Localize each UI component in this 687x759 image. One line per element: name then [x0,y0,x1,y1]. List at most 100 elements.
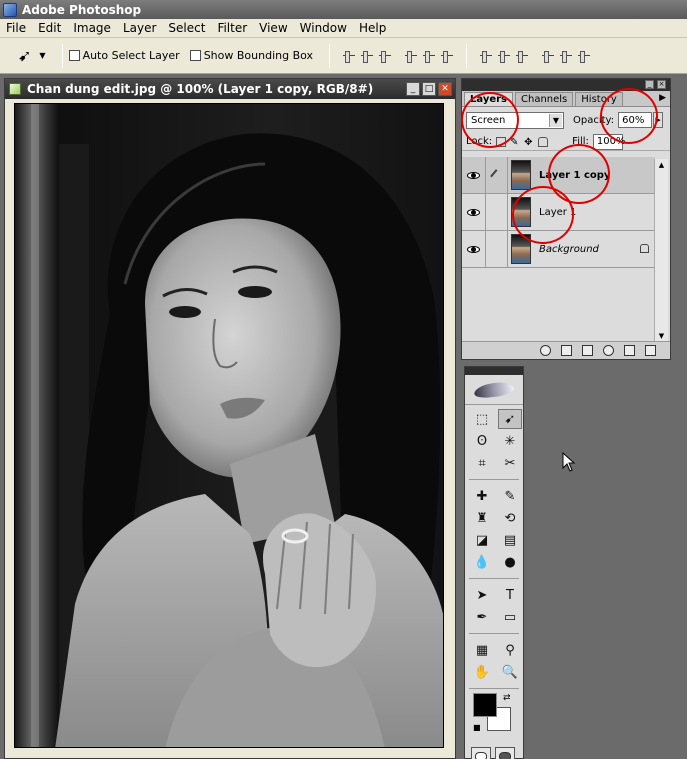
lock-transparency-icon[interactable] [496,136,507,147]
menu-select[interactable]: Select [162,21,211,35]
adobe-online-button[interactable] [465,375,523,405]
new-group-icon[interactable] [582,345,593,356]
visibility-toggle[interactable] [462,156,486,194]
eraser-tool[interactable]: ◪ [470,530,494,550]
document-title-bar[interactable]: Chan dung edit.jpg @ 100% (Layer 1 copy,… [5,79,455,99]
distribute-vcenter-icon[interactable] [497,49,511,63]
palette-menu-icon[interactable]: ▶ [659,93,666,103]
divider [469,688,519,689]
menu-filter[interactable]: Filter [211,21,253,35]
standard-mode-button[interactable] [471,747,491,759]
foreground-color-swatch[interactable] [473,693,497,717]
hand-tool[interactable]: ✋ [470,662,494,682]
adjustment-layer-icon[interactable] [603,345,614,356]
brush-icon [490,168,503,182]
opacity-field[interactable]: 60% [618,112,653,128]
visibility-toggle[interactable] [462,193,486,231]
layer-row-layer-1-copy[interactable]: Layer 1 copy [462,156,655,194]
image-canvas[interactable] [14,103,444,748]
marquee-tool[interactable]: ⬚ [470,409,494,429]
layer-style-icon[interactable] [540,345,551,356]
minimize-button[interactable]: _ [406,82,420,96]
menu-file[interactable]: File [0,21,32,35]
align-left-icon[interactable] [404,49,418,63]
edit-modes [471,747,523,759]
layers-scrollbar[interactable]: ▲ ▼ [654,159,668,343]
align-top-icon[interactable] [342,49,356,63]
history-brush-tool[interactable]: ⟲ [498,508,522,528]
blend-mode-select[interactable]: Screen ▼ [466,111,564,129]
layers-footer [462,341,670,359]
fill-field[interactable]: 100% [592,133,626,150]
slice-tool[interactable]: ✂ [498,453,522,473]
close-button[interactable]: ✕ [438,82,452,96]
opacity-label: Opacity: [573,114,615,126]
distribute-left-icon[interactable] [541,49,555,63]
align-hcenter-icon[interactable] [422,49,436,63]
align-vcenter-icon[interactable] [360,49,374,63]
distribute-hcenter-icon[interactable] [559,49,573,63]
distribute-top-icon[interactable] [479,49,493,63]
brush-tool[interactable]: ✎ [498,486,522,506]
align-bottom-icon[interactable] [378,49,392,63]
eyedropper-tool[interactable]: ⚲ [498,640,522,660]
type-tool[interactable]: T [498,585,522,605]
distribute-right-icon[interactable] [577,49,591,63]
link-cell[interactable] [486,230,508,268]
tool-preset-picker[interactable]: ➹ ▼ [18,46,46,65]
visibility-toggle[interactable] [462,230,486,268]
zoom-tool[interactable]: 🔍 [498,662,522,682]
align-right-icon[interactable] [440,49,454,63]
lock-pixels-icon[interactable]: ✎ [510,137,520,148]
align-buttons-2 [404,49,454,63]
gradient-tool[interactable]: ▤ [498,530,522,550]
distribute-bottom-icon[interactable] [515,49,529,63]
maximize-button[interactable]: □ [422,82,436,96]
dodge-tool[interactable]: ● [498,552,522,572]
palette-minimize-button[interactable]: _ [645,80,654,89]
magic-wand-tool[interactable]: ✳ [498,431,522,451]
menu-image[interactable]: Image [67,21,117,35]
menu-view[interactable]: View [253,21,293,35]
link-cell[interactable] [486,193,508,231]
checkbox-box[interactable] [68,50,80,61]
layer-row-background[interactable]: Background [462,230,655,268]
palette-header[interactable]: _ × [462,79,670,91]
swap-colors-icon[interactable]: ⇄ [503,693,511,703]
crop-tool[interactable]: ⌗ [470,453,494,473]
checkbox-box[interactable] [189,50,201,61]
scroll-up-icon[interactable]: ▲ [655,159,668,172]
layer-mask-icon[interactable] [561,345,572,356]
notes-tool[interactable]: ▦ [470,640,494,660]
lock-position-icon[interactable]: ✥ [524,137,534,148]
show-bounding-box-checkbox[interactable]: Show Bounding Box [189,49,313,62]
blend-row: Screen ▼ Opacity: 60% ▶ [462,107,670,133]
layer-row-layer-1[interactable]: Layer 1 [462,193,655,231]
new-layer-icon[interactable] [624,345,635,356]
tab-layers[interactable]: Layers [464,92,513,106]
link-cell[interactable] [486,156,508,194]
layer-name: Background [539,243,599,255]
blur-tool[interactable]: 💧 [470,552,494,572]
move-tool[interactable]: ➹ [498,409,522,429]
opacity-slider-button[interactable]: ▶ [653,112,664,128]
default-colors-icon[interactable]: ■ [473,723,481,732]
clone-stamp-tool[interactable]: ♜ [470,508,494,528]
tab-history[interactable]: History [575,92,623,106]
lasso-tool[interactable]: ʘ [470,431,494,451]
menu-layer[interactable]: Layer [117,21,162,35]
healing-brush-tool[interactable]: ✚ [470,486,494,506]
path-selection-tool[interactable]: ➤ [470,585,494,605]
quick-mask-button[interactable] [495,747,515,759]
shape-tool[interactable]: ▭ [498,607,522,627]
lock-all-icon[interactable] [538,136,549,147]
menu-window[interactable]: Window [294,21,353,35]
palette-close-button[interactable]: × [657,80,666,89]
menu-edit[interactable]: Edit [32,21,67,35]
pen-tool[interactable]: ✒ [470,607,494,627]
menu-help[interactable]: Help [353,21,392,35]
toolbox-header[interactable] [465,367,523,375]
auto-select-layer-checkbox[interactable]: Auto Select Layer [68,49,180,62]
trash-icon[interactable] [645,345,656,356]
tab-channels[interactable]: Channels [515,92,574,106]
